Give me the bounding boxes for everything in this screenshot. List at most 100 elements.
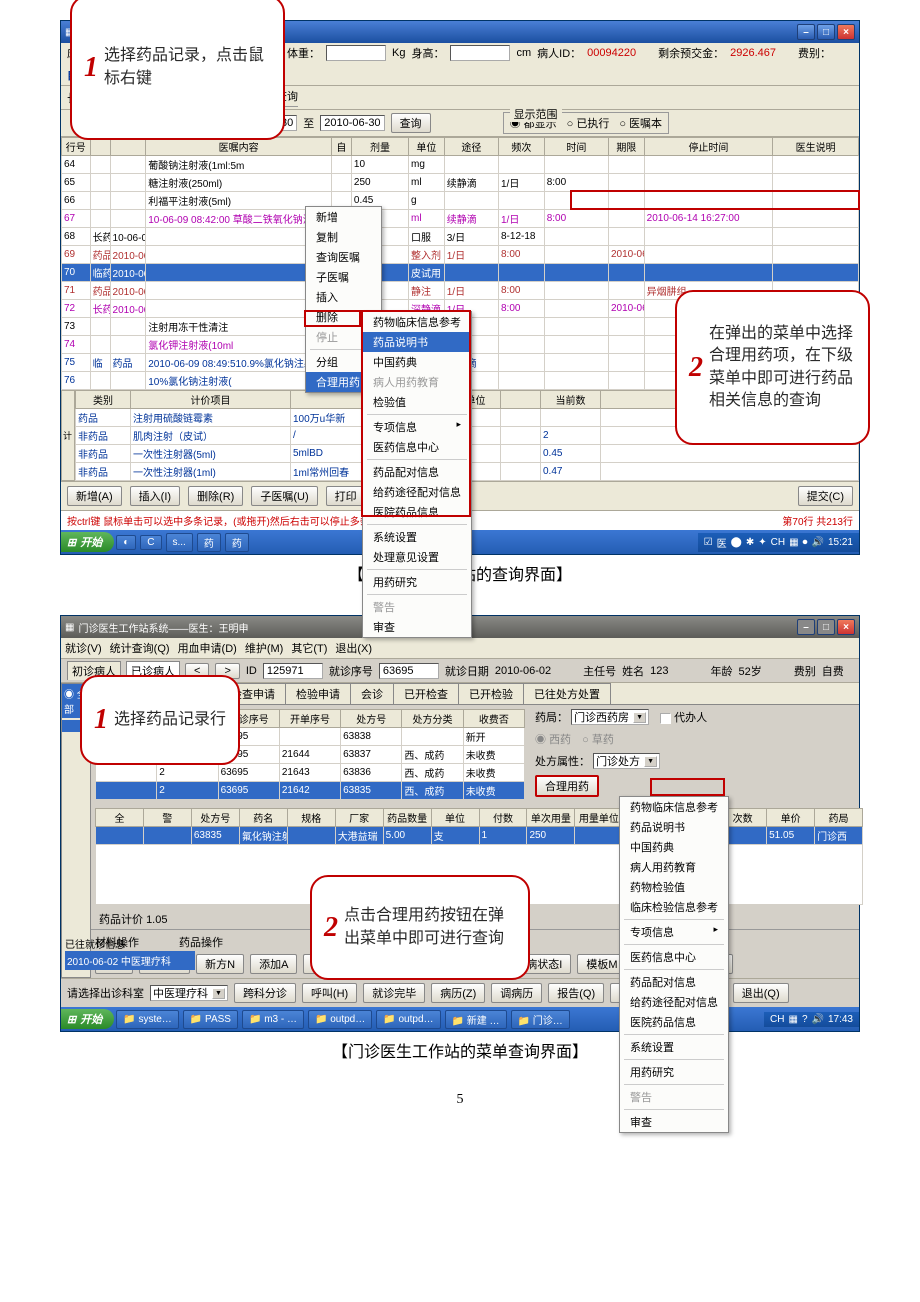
grid-header[interactable]: 自 (331, 138, 351, 156)
grid-header[interactable]: 医嘱内容 (146, 138, 332, 156)
radio-west[interactable]: ◉ 西药 (535, 734, 571, 746)
rx-row[interactable]: 2636952164263835西、成药未收费 (96, 782, 525, 800)
visit-history-item[interactable]: 2010-06-02 中医理疗科 (65, 951, 195, 970)
action-button[interactable]: 删除(R) (188, 486, 243, 506)
grid-header[interactable] (110, 138, 146, 156)
submenu-item[interactable]: 审查 (363, 617, 471, 637)
ime-indicator[interactable]: CH (771, 537, 785, 548)
minimize-button-2[interactable]: – (797, 619, 815, 635)
menu-item[interactable]: 统计查询(Q) (110, 640, 170, 656)
taskbar-item[interactable]: 药 (225, 533, 249, 552)
grid-header[interactable]: 途径 (444, 138, 498, 156)
quick-launch-2[interactable]: C (140, 535, 161, 550)
action-button[interactable]: 新增(A) (67, 486, 122, 506)
rx-attr-select[interactable]: 门诊处方 (593, 753, 660, 769)
context-menu-item[interactable]: 查询医嘱 (306, 247, 381, 267)
order-row[interactable]: 6710-06-09 08:42:00 草酸二铁氧化钠注射液250ml续静滴1/… (62, 210, 859, 228)
taskbar-item-2[interactable]: 📁 新建 … (445, 1010, 507, 1029)
submenu-item-2[interactable]: 药品配对信息 (620, 972, 728, 992)
rational-use-button[interactable]: 合理用药 (535, 775, 599, 797)
submenu-item[interactable]: 处理意见设置 (363, 547, 471, 567)
order-row[interactable]: 68长药品10-06-09 08:45:41吡嗪酰胺胶囊0.5g口服3/日8-1… (62, 228, 859, 246)
sub-tab[interactable]: 已开检验 (458, 683, 524, 704)
taskbar-item-2[interactable]: 📁 outpd… (376, 1010, 440, 1029)
bottom-button[interactable]: 报告(Q) (548, 983, 604, 1003)
sub-tab[interactable]: 已往处方处置 (523, 683, 611, 704)
bottom-button[interactable]: 退出(Q) (733, 983, 789, 1003)
system-tray-2[interactable]: CH ▦?🔊 17:43 (764, 1012, 859, 1027)
order-row[interactable]: 70临药品2010-06-09 08:45:45注射用硫酸链霉素100 万u皮试… (62, 264, 859, 282)
close-button-2[interactable]: × (837, 619, 855, 635)
taskbar-item-2[interactable]: 📁 syste… (116, 1010, 179, 1029)
order-row[interactable]: 69药品2010-06-09 08:45:40六甲胺酸胶蛋黄76亿整入剂1/日8… (62, 246, 859, 264)
submenu-item-2[interactable]: 给药途径配对信息 (620, 992, 728, 1012)
submenu-item-2[interactable]: 中国药典 (620, 837, 728, 857)
context-menu-item[interactable]: 子医嘱 (306, 267, 381, 287)
grid-header[interactable] (90, 138, 110, 156)
minimize-button[interactable]: – (797, 24, 815, 40)
start-button-2[interactable]: ⊞ 开始 (61, 1009, 114, 1029)
order-row[interactable]: 64葡酸钠注射液(1ml:5m10mg (62, 156, 859, 174)
ime-2[interactable]: CH (770, 1014, 784, 1025)
taskbar-item-2[interactable]: 📁 outpd… (308, 1010, 372, 1029)
radio-orderbook[interactable]: ○ 医嘱本 (619, 115, 662, 131)
grid-header[interactable]: 频次 (499, 138, 545, 156)
taskbar-item-2[interactable]: 📁 PASS (183, 1010, 238, 1029)
menu-item[interactable]: 维护(M) (245, 640, 284, 656)
maximize-button-2[interactable]: □ (817, 619, 835, 635)
op-button[interactable]: 新方N (196, 954, 244, 974)
system-tray[interactable]: ☑ 医⬤✱✦ CH ▦⏺🔊 15:21 (698, 533, 859, 552)
menu-item[interactable]: 其它(T) (291, 640, 327, 656)
menu-item[interactable]: 就诊(V) (65, 640, 102, 656)
pharmacy-select[interactable]: 门诊西药房 (571, 709, 649, 725)
weight-input[interactable] (326, 45, 386, 61)
close-button[interactable]: × (837, 24, 855, 40)
submenu-item-2[interactable]: 药品说明书 (620, 817, 728, 837)
bottom-button[interactable]: 就诊完毕 (363, 983, 425, 1003)
menubar[interactable]: 就诊(V)统计查询(Q)用血申请(D)维护(M)其它(T)退出(X) (61, 638, 859, 659)
context-menu-item[interactable]: 复制 (306, 227, 381, 247)
bottom-button[interactable]: 跨科分诊 (234, 983, 296, 1003)
bottom-button[interactable]: 病历(Z) (431, 983, 485, 1003)
context-menu-item[interactable]: 插入 (306, 287, 381, 307)
taskbar-item-2[interactable]: 📁 门诊… (511, 1010, 570, 1029)
daiban-check[interactable] (660, 713, 671, 724)
start-button[interactable]: ⊞ 开始 (61, 532, 114, 552)
action-button[interactable]: 子医嘱(U) (251, 486, 317, 506)
submenu-item-2[interactable]: 医院药品信息 (620, 1012, 728, 1032)
submenu-item-2[interactable]: 专项信息 (620, 922, 728, 942)
op-button[interactable]: 添加A (250, 954, 297, 974)
sub-tab[interactable]: 检验申请 (285, 683, 351, 704)
action-button[interactable]: 插入(I) (130, 486, 180, 506)
order-row[interactable]: 65糖注射液(250ml)250ml续静滴1/日8:00 (62, 174, 859, 192)
submenu-item[interactable]: 系统设置 (363, 527, 471, 547)
bottom-button[interactable]: 调病历 (491, 983, 542, 1003)
submenu-item-2[interactable]: 药物检验值 (620, 877, 728, 897)
date-to-input[interactable]: 2010-06-30 (320, 115, 384, 131)
visit-no-input[interactable]: 63695 (379, 663, 439, 679)
taskbar-item[interactable]: s... (166, 533, 193, 552)
grid-header[interactable]: 时间 (544, 138, 608, 156)
grid-header[interactable]: 单位 (409, 138, 445, 156)
submenu-item-2[interactable]: 药物临床信息参考 (620, 797, 728, 817)
submenu-item-2[interactable]: 临床检验信息参考 (620, 897, 728, 917)
sub-tab[interactable]: 会诊 (350, 683, 394, 704)
grid-header[interactable]: 医生说明 (773, 138, 859, 156)
taskbar-item[interactable]: 药 (197, 533, 221, 552)
rx-row[interactable]: 2636952164363836西、成药未收费 (96, 764, 525, 782)
grid-header[interactable]: 剂量 (351, 138, 408, 156)
sub-tab[interactable]: 已开检查 (393, 683, 459, 704)
radio-east[interactable]: ○ 草药 (582, 734, 614, 746)
query-button[interactable]: 查询 (391, 113, 431, 133)
bottom-button[interactable]: 呼叫(H) (302, 983, 357, 1003)
radio-executed[interactable]: ○ 已执行 (567, 115, 610, 131)
id-input[interactable]: 125971 (263, 663, 323, 679)
dept-select[interactable]: 中医理疗科 (150, 985, 228, 1001)
maximize-button[interactable]: □ (817, 24, 835, 40)
taskbar-item-2[interactable]: 📁 m3 - … (242, 1010, 304, 1029)
quick-launch[interactable]: ◐ (116, 535, 136, 550)
submenu-item-2[interactable]: 病人用药教育 (620, 857, 728, 877)
grid-header[interactable]: 行号 (62, 138, 91, 156)
grid-header[interactable]: 期限 (608, 138, 644, 156)
submenu-item-2[interactable]: 系统设置 (620, 1037, 728, 1057)
